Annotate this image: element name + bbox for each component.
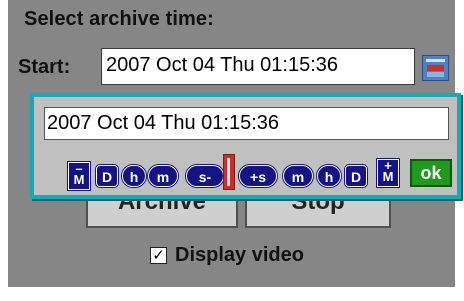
minus-month-button[interactable]: – M <box>68 162 90 190</box>
display-video-checkbox[interactable]: ✓ <box>150 246 167 264</box>
calendar-icon-top <box>426 59 445 62</box>
minus-hour-button[interactable]: h <box>122 165 146 187</box>
ok-button[interactable]: ok <box>410 159 452 187</box>
calendar-icon-bar <box>427 65 444 71</box>
plus-hour-button[interactable]: h <box>317 165 341 187</box>
plus-month-button[interactable]: + M <box>377 159 399 187</box>
stop-button[interactable]: Stop <box>245 194 391 228</box>
minus-day-button[interactable]: D <box>96 165 118 187</box>
plus-minute-label: m <box>291 169 305 185</box>
minus-minute-label: m <box>156 169 170 185</box>
display-video-row[interactable]: ✓ Display video <box>150 243 304 267</box>
plus-month-label: M <box>382 169 394 184</box>
minus-second-label: s- <box>198 169 212 185</box>
slider-shine <box>227 158 230 186</box>
minus-month-label: M <box>73 172 85 187</box>
plus-hour-label: h <box>324 169 334 185</box>
calendar-icon-bottom <box>427 72 444 77</box>
calendar-icon[interactable] <box>422 55 449 81</box>
time-slider-handle[interactable] <box>223 154 235 190</box>
plus-day-button[interactable]: D <box>345 165 367 187</box>
plus-day-label: D <box>350 169 362 185</box>
start-time-input[interactable]: 2007 Oct 04 Thu 01:15:36 <box>101 48 415 85</box>
plus-minute-button[interactable]: m <box>283 165 313 187</box>
minus-hour-label: h <box>129 169 139 185</box>
minus-second-button[interactable]: s- <box>186 165 224 187</box>
display-video-label: Display video <box>175 243 304 266</box>
plus-second-label: +s <box>250 169 266 185</box>
start-label: Start: <box>18 56 71 78</box>
time-picker-popup: 2007 Oct 04 Thu 01:15:36 – M D h m s- +s… <box>30 93 461 199</box>
plus-second-button[interactable]: +s <box>239 165 277 187</box>
minus-minute-button[interactable]: m <box>148 165 178 187</box>
popup-time-input[interactable]: 2007 Oct 04 Thu 01:15:36 <box>44 107 449 140</box>
archive-button[interactable]: Archive <box>86 194 238 228</box>
dialog-title: Select archive time: <box>24 8 214 30</box>
minus-day-label: D <box>101 169 113 185</box>
